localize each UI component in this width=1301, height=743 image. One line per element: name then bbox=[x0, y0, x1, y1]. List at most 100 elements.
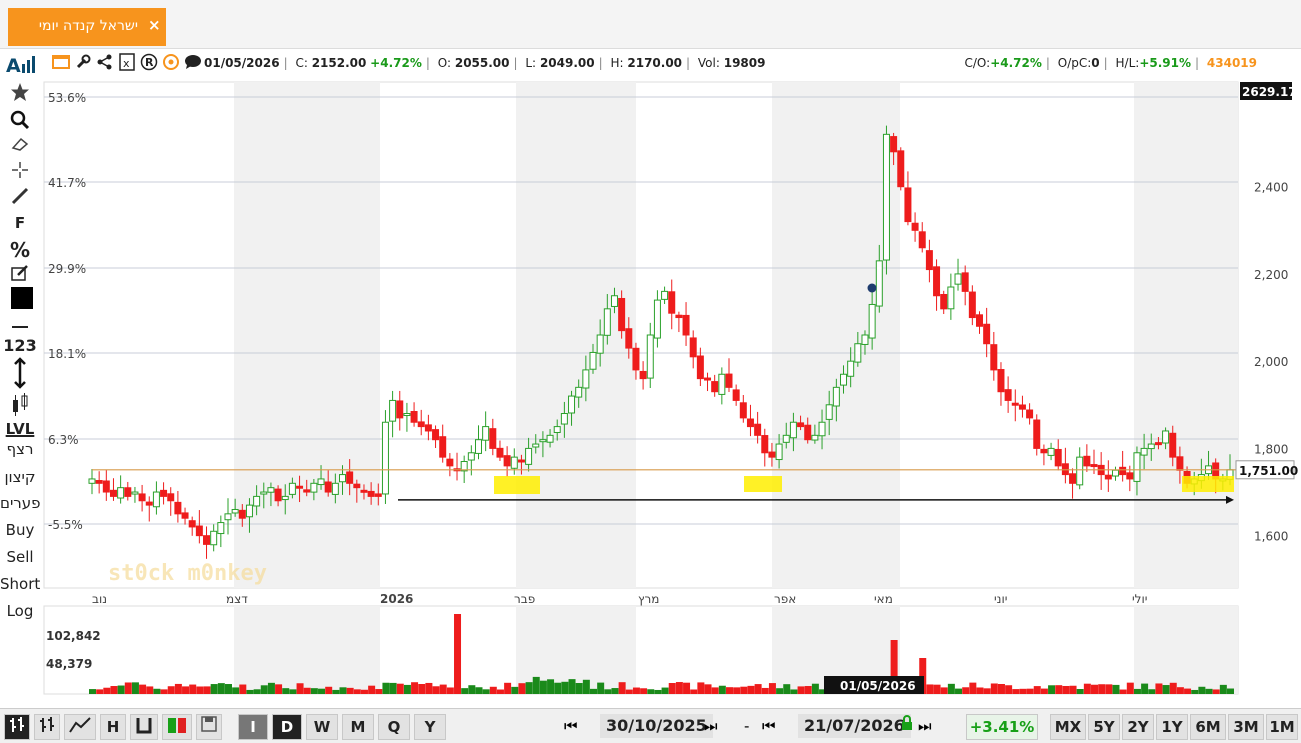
candle-body bbox=[918, 231, 926, 249]
candle-body bbox=[546, 434, 554, 443]
candle-body bbox=[260, 491, 268, 495]
save-icon[interactable] bbox=[196, 714, 222, 740]
candle-body bbox=[1126, 472, 1134, 480]
period-intraday[interactable]: I bbox=[238, 714, 268, 740]
candle-chart-icon[interactable] bbox=[162, 714, 192, 740]
volume-bar bbox=[1205, 688, 1213, 694]
candle-body bbox=[95, 480, 103, 484]
candle-body bbox=[832, 386, 840, 407]
range-max[interactable]: MX bbox=[1050, 714, 1086, 740]
range-3m[interactable]: 3M bbox=[1228, 714, 1264, 740]
lock-icon[interactable] bbox=[900, 714, 914, 738]
candle-body bbox=[761, 435, 769, 454]
marker-dot[interactable] bbox=[867, 283, 877, 293]
y-left-tick: -5.5% bbox=[48, 518, 83, 532]
candle-body bbox=[109, 489, 117, 497]
range-change: +3.41% bbox=[966, 714, 1038, 740]
candle-body bbox=[503, 455, 511, 467]
volume-bar bbox=[1198, 686, 1206, 694]
volume-bar bbox=[1133, 688, 1141, 694]
volume-bar bbox=[368, 685, 376, 694]
candle-body bbox=[668, 291, 676, 314]
volume-bar bbox=[611, 688, 619, 694]
end-prev-icon[interactable]: ⏮ bbox=[762, 714, 776, 738]
candle-body bbox=[739, 402, 747, 419]
period-monthly[interactable]: M bbox=[342, 714, 374, 740]
end-date[interactable]: 21/07/2026 bbox=[798, 714, 911, 738]
volume-bar bbox=[1012, 689, 1020, 694]
start-next-icon[interactable]: ⏭ bbox=[704, 714, 718, 738]
volume-bar bbox=[969, 682, 977, 694]
candle-body bbox=[167, 493, 175, 502]
volume-bar bbox=[582, 679, 590, 694]
candle-body bbox=[160, 489, 168, 497]
volume-bar bbox=[196, 686, 204, 694]
y-left-tick: 53.6% bbox=[48, 91, 86, 105]
candle-body bbox=[675, 314, 683, 319]
candle-body bbox=[1119, 466, 1127, 476]
range-1m[interactable]: 1M bbox=[1266, 714, 1298, 740]
cursor-date-label: 01/05/2026 bbox=[840, 679, 916, 693]
volume-bar bbox=[740, 686, 748, 694]
candle-body bbox=[288, 482, 296, 495]
candle-body bbox=[145, 501, 153, 506]
range-1y[interactable]: 1Y bbox=[1156, 714, 1188, 740]
candle-body bbox=[553, 426, 561, 433]
volume-bar bbox=[296, 683, 304, 694]
candle-body bbox=[489, 428, 497, 449]
candle-body bbox=[496, 447, 504, 458]
candle-body bbox=[138, 493, 146, 502]
volume-bar bbox=[790, 689, 798, 694]
candle-body bbox=[632, 347, 640, 371]
range-6m[interactable]: 6M bbox=[1190, 714, 1226, 740]
ohlc-chart-icon[interactable] bbox=[4, 714, 30, 740]
candle-body bbox=[539, 439, 547, 443]
month-band bbox=[234, 606, 380, 694]
end-last-icon[interactable]: ⏭ bbox=[918, 714, 932, 738]
volume-bar bbox=[1105, 684, 1113, 694]
candle-body bbox=[582, 369, 590, 389]
candle-body bbox=[417, 421, 425, 428]
candle-body bbox=[281, 495, 289, 501]
volume-bar bbox=[525, 682, 533, 694]
candle-body bbox=[210, 530, 218, 546]
u-chart-icon[interactable] bbox=[130, 714, 158, 740]
volume-bar bbox=[1062, 685, 1070, 694]
volume-bar bbox=[811, 683, 819, 694]
volume-bar bbox=[117, 685, 125, 694]
period-quarterly[interactable]: Q bbox=[378, 714, 410, 740]
volume-bar bbox=[561, 681, 569, 694]
volume-bar bbox=[761, 687, 769, 694]
volume-bar bbox=[947, 683, 955, 694]
candle-body bbox=[1147, 443, 1155, 450]
candle-body bbox=[646, 334, 654, 379]
volume-bar bbox=[675, 682, 683, 694]
start-date[interactable]: 30/10/2025 bbox=[600, 714, 713, 738]
volume-bar bbox=[432, 686, 440, 694]
candle-body bbox=[424, 424, 432, 432]
period-daily[interactable]: D bbox=[272, 714, 302, 740]
x-axis-label: אפר bbox=[774, 592, 796, 606]
volume-bar bbox=[575, 683, 583, 694]
volume-bar bbox=[711, 687, 719, 694]
range-5y[interactable]: 5Y bbox=[1088, 714, 1120, 740]
candle-body bbox=[610, 295, 618, 307]
bar-chart-type-icon[interactable] bbox=[34, 714, 60, 740]
start-first-icon[interactable]: ⏮ bbox=[564, 714, 578, 738]
candle-body bbox=[310, 482, 318, 493]
period-weekly[interactable]: W bbox=[306, 714, 338, 740]
candle-body bbox=[825, 404, 833, 420]
volume-bar bbox=[654, 689, 662, 694]
candle-body bbox=[245, 504, 253, 518]
period-yearly[interactable]: Y bbox=[414, 714, 446, 740]
h-chart-icon[interactable]: H bbox=[100, 714, 126, 740]
volume-bar bbox=[1076, 689, 1084, 694]
price-chart[interactable]: 53.6% 41.7% 29.9% 18.1% 6.3% -5.5% 2,400 2,200 2… bbox=[0, 0, 1301, 708]
volume-tick: 102,842 bbox=[46, 629, 101, 643]
volume-bar bbox=[253, 689, 261, 694]
candle-body bbox=[1069, 473, 1077, 484]
volume-bar bbox=[146, 686, 154, 694]
line-chart-icon[interactable] bbox=[64, 714, 96, 740]
candle-body bbox=[253, 495, 261, 507]
range-2y[interactable]: 2Y bbox=[1122, 714, 1154, 740]
